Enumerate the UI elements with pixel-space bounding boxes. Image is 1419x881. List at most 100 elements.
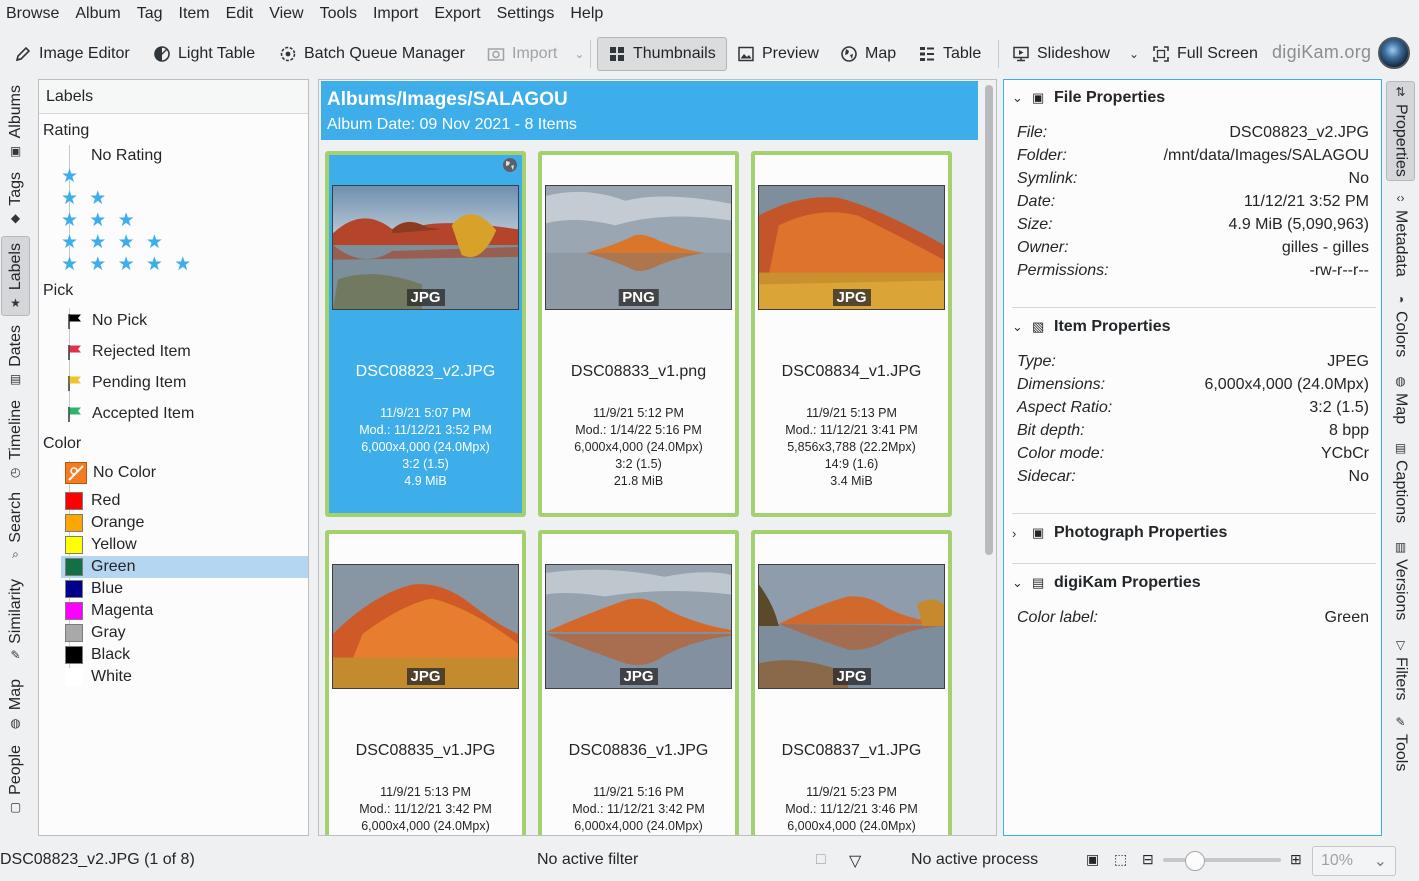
tab-similarity[interactable]: Similarity ✎ [1, 572, 30, 668]
tab-map-right[interactable]: ◍ Map [1386, 369, 1415, 431]
pick-accepted[interactable]: Accepted Item [61, 403, 308, 425]
pick-section-title: Pick [43, 282, 74, 299]
color-orange-label: Orange [91, 514, 145, 531]
zoom-slider[interactable] [1163, 858, 1281, 862]
batch-queue-button[interactable]: Batch Queue Manager [279, 37, 465, 71]
thumbnails-button[interactable]: Thumbnails [597, 37, 727, 71]
menu-tools[interactable]: Tools [312, 5, 365, 23]
photograph-properties-title: Photograph Properties [1054, 524, 1228, 541]
zoom-slider-handle[interactable] [1184, 851, 1205, 871]
trash-icon[interactable]: □ [816, 851, 826, 869]
thumbnail-scrollbar[interactable] [983, 83, 995, 831]
color-green[interactable]: Green [61, 556, 308, 578]
color-orange[interactable]: Orange [61, 512, 308, 534]
tab-versions[interactable]: ▥ Versions [1386, 535, 1415, 627]
menu-tag[interactable]: Tag [129, 5, 171, 23]
thumbnail-item[interactable]: JPG DSC08837_v1.JPG 11/9/21 5:23 PM Mod.… [751, 530, 952, 835]
table-button[interactable]: Table [918, 37, 981, 71]
rating-5-stars[interactable]: ★ ★ ★ ★ ★ [61, 254, 308, 276]
thumbnail-item[interactable]: JPG DSC08834_v1.JPG 11/9/21 5:13 PM Mod.… [751, 151, 952, 517]
rating-no-rating[interactable]: No Rating [91, 145, 338, 167]
pick-rejected[interactable]: Rejected Item [61, 341, 308, 363]
menu-edit[interactable]: Edit [218, 5, 262, 23]
import-button[interactable]: Import ⌄ [487, 37, 584, 71]
tab-dates[interactable]: Dates ▤ [1, 320, 30, 390]
zoom-out-icon[interactable]: ⊟ [1142, 851, 1154, 868]
thumbnail-date: 11/9/21 5:13 PM [806, 406, 897, 420]
menu-settings[interactable]: Settings [489, 5, 563, 23]
zoom-in-icon[interactable]: ⊞ [1290, 851, 1302, 868]
prop-date: Date: 11/12/21 3:52 PM [1017, 193, 1369, 211]
full-screen-button[interactable]: Full Screen [1152, 37, 1258, 71]
globe-icon [840, 45, 858, 63]
rating-3-stars[interactable]: ★ ★ ★ [61, 210, 308, 232]
color-magenta-label: Magenta [91, 602, 154, 619]
image-icon [737, 45, 755, 63]
thumbnail-item[interactable]: PNG DSC08833_v1.png 11/9/21 5:12 PM Mod.… [538, 151, 739, 517]
slideshow-icon [1012, 45, 1030, 63]
menu-item[interactable]: Item [171, 5, 218, 23]
zoom-fit-icon[interactable]: ▣ [1086, 851, 1099, 868]
chevron-down-icon[interactable]: ⌄ [574, 47, 584, 61]
file-properties-header[interactable]: ⌄ ▣ File Properties [1012, 89, 1165, 107]
preview-button[interactable]: Preview [737, 37, 819, 71]
pick-pending[interactable]: Pending Item [61, 372, 308, 394]
prop-key: Color mode: [1017, 445, 1105, 462]
map-button[interactable]: Map [840, 37, 896, 71]
menu-album[interactable]: Album [67, 5, 128, 23]
tab-labels[interactable]: Labels ★ [1, 236, 30, 316]
color-none[interactable]: No Color [61, 462, 308, 484]
thumbnail-item[interactable]: JPG DSC08823_v2.JPG 11/9/21 5:07 PM Mod.… [325, 151, 526, 517]
tab-tags[interactable]: Tags ◆ [1, 166, 30, 230]
prop-permissions: Permissions: -rw-r--r-- [1017, 262, 1369, 280]
menu-help[interactable]: Help [562, 5, 611, 23]
color-yellow[interactable]: Yellow [61, 534, 308, 556]
color-red[interactable]: Red [61, 490, 308, 512]
rating-2-stars[interactable]: ★ ★ [61, 188, 308, 210]
tab-albums[interactable]: Albums ▣ [1, 80, 30, 162]
photograph-properties-header[interactable]: › ▣ Photograph Properties [1012, 524, 1227, 542]
tab-timeline[interactable]: Timeline ◴ [1, 396, 30, 482]
menu-browse[interactable]: Browse [0, 5, 67, 23]
tab-people[interactable]: People ▢ [1, 740, 30, 818]
tab-map[interactable]: Map ◍ [1, 674, 30, 734]
rating-no-rating-label: No Rating [91, 147, 163, 164]
scrollbar-handle[interactable] [985, 85, 993, 555]
color-gray[interactable]: Gray [61, 622, 308, 644]
thumbnail-item[interactable]: JPG DSC08836_v1.JPG 11/9/21 5:16 PM Mod.… [538, 530, 739, 835]
tab-tools[interactable]: ✎ Tools [1386, 713, 1415, 775]
chevron-down-icon[interactable]: ⌄ [1129, 47, 1139, 61]
batch-queue-label: Batch Queue Manager [304, 45, 465, 62]
color-blue[interactable]: Blue [61, 578, 308, 600]
light-table-button[interactable]: Light Table [153, 37, 255, 71]
thumbnail-name: DSC08835_v1.JPG [355, 742, 496, 759]
color-black[interactable]: Black [61, 644, 308, 666]
tab-metadata[interactable]: ‹› Metadata [1386, 187, 1415, 281]
rating-1-star[interactable]: ★ [61, 166, 308, 188]
zoom-original-icon[interactable]: ⬚ [1114, 851, 1127, 868]
tab-people-label: People [6, 745, 24, 795]
pick-none[interactable]: No Pick [61, 310, 308, 332]
zoom-combo[interactable]: 10% ⌄ [1312, 846, 1396, 876]
slideshow-button[interactable]: Slideshow ⌄ [1012, 37, 1139, 71]
digikam-properties-header[interactable]: ⌄ ▤ digiKam Properties [1012, 574, 1201, 592]
menu-export[interactable]: Export [426, 5, 488, 23]
thumbnail-item[interactable]: JPG DSC08835_v1.JPG 11/9/21 5:13 PM Mod.… [325, 530, 526, 835]
item-properties-header[interactable]: ⌄ ▧ Item Properties [1012, 318, 1170, 336]
menu-import[interactable]: Import [365, 5, 426, 23]
rating-4-stars[interactable]: ★ ★ ★ ★ [61, 232, 308, 254]
tab-metadata-label: Metadata [1392, 209, 1410, 277]
tab-search[interactable]: Search ⌕ [1, 488, 30, 564]
right-sidebar-tabs: ⇅ Properties ‹› Metadata ◑ Colors ◍ Map … [1385, 79, 1417, 799]
color-magenta[interactable]: Magenta [61, 600, 308, 622]
thumbnail-name: DSC08823_v2.JPG [355, 363, 496, 380]
tab-captions[interactable]: ▤ Captions [1386, 437, 1415, 529]
menu-view[interactable]: View [261, 5, 311, 23]
tab-colors[interactable]: ◑ Colors [1386, 287, 1415, 363]
image-editor-button[interactable]: Image Editor [14, 37, 130, 71]
tab-filters[interactable]: ▽ Filters [1386, 633, 1415, 707]
pencil-icon [14, 45, 32, 63]
tab-properties[interactable]: ⇅ Properties [1386, 81, 1415, 181]
color-white[interactable]: White [61, 666, 308, 688]
filter-icon[interactable]: ▽ [849, 851, 861, 871]
